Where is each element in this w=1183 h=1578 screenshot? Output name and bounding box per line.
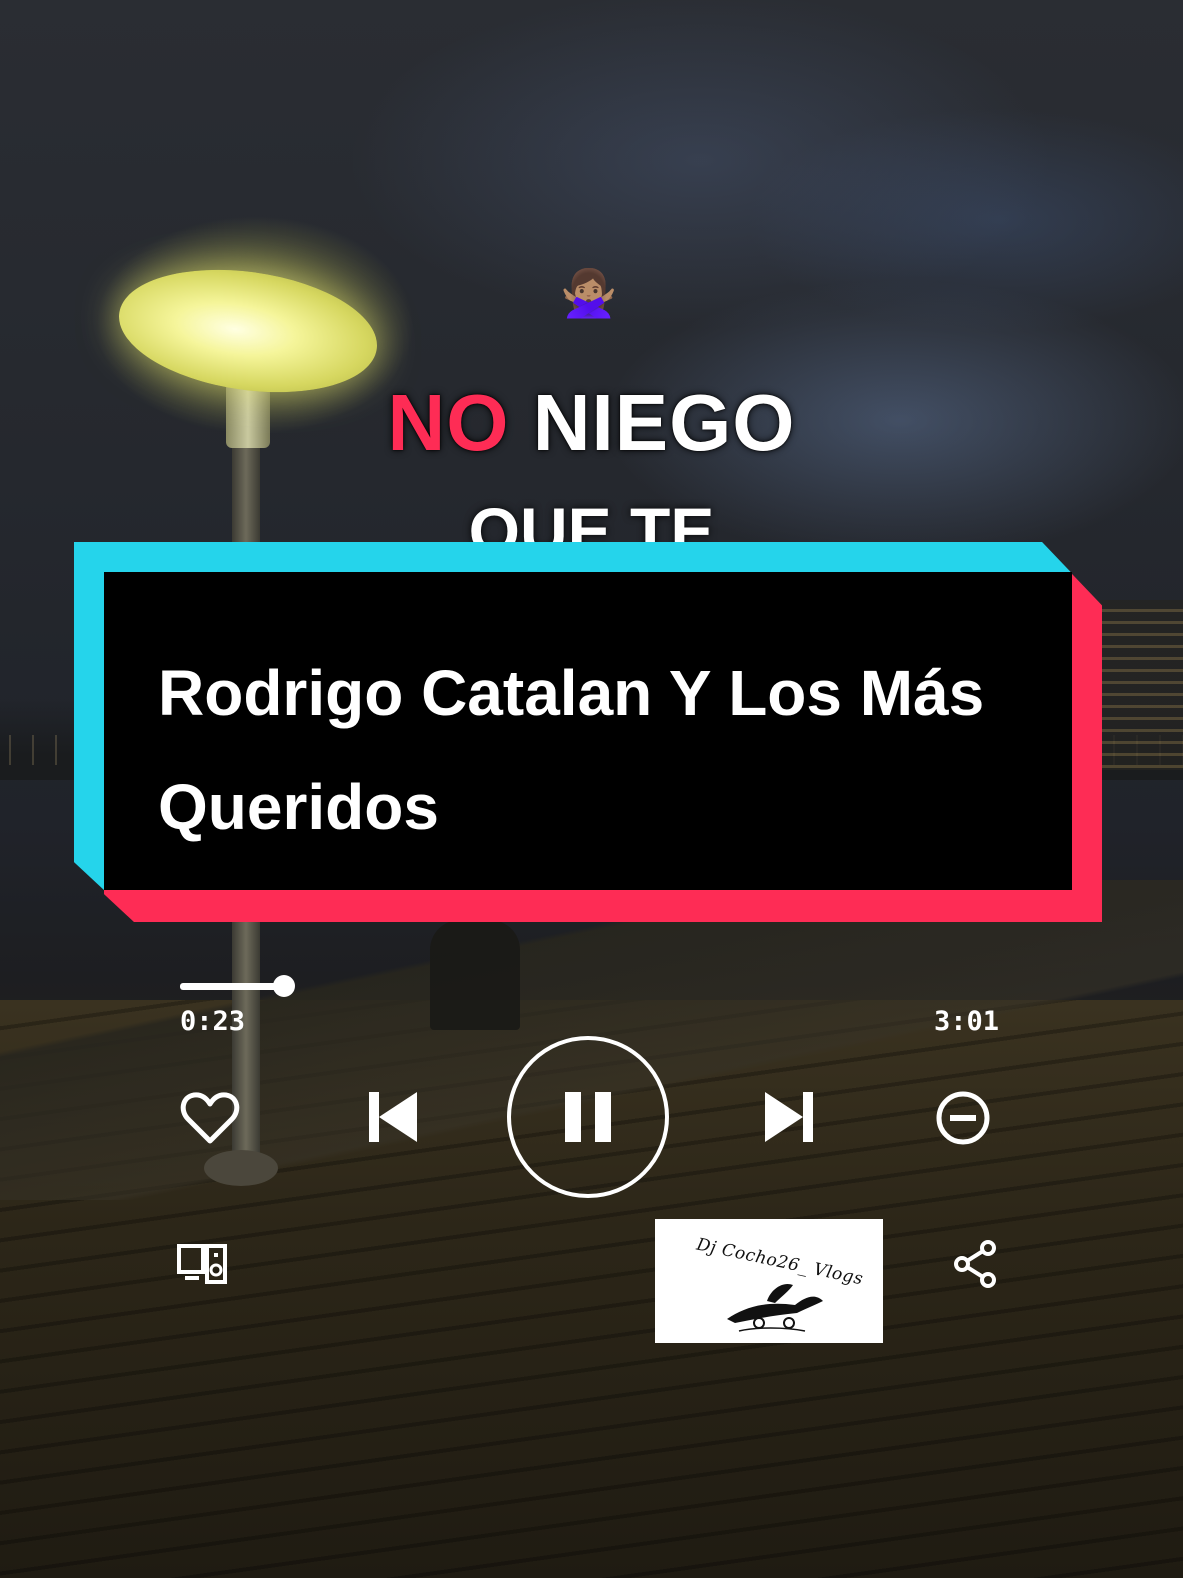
connect-devices-button[interactable] xyxy=(174,1240,230,1288)
like-button[interactable] xyxy=(178,1088,242,1148)
lamp-base xyxy=(204,1150,278,1186)
previous-button[interactable] xyxy=(362,1085,424,1149)
play-pause-button[interactable] xyxy=(507,1036,669,1198)
share-icon xyxy=(954,1240,996,1288)
total-duration: 3:01 xyxy=(934,1006,1000,1037)
silhouette-figure xyxy=(430,920,520,1030)
skip-previous-icon xyxy=(369,1092,417,1142)
share-button[interactable] xyxy=(950,1236,1000,1292)
building xyxy=(1100,600,1183,770)
song-title: Rodrigo Catalan Y Los Más Queridos xyxy=(158,657,985,843)
watermark-logo: Dj Cocho26_ Vlogs xyxy=(655,1219,883,1343)
minus-circle-icon xyxy=(936,1091,990,1145)
lyric-line-1: NO NIEGO xyxy=(0,378,1183,468)
pause-icon xyxy=(565,1092,611,1142)
skip-next-icon xyxy=(765,1092,813,1142)
progress-bar[interactable] xyxy=(180,983,284,990)
remove-button[interactable] xyxy=(932,1088,994,1148)
lyric-highlight-word: NO xyxy=(387,378,510,467)
progress-handle[interactable] xyxy=(273,975,295,997)
elapsed-time: 0:23 xyxy=(180,1006,246,1037)
connect-devices-icon xyxy=(177,1244,227,1284)
lyric-word: NIEGO xyxy=(532,378,796,467)
rider-logo-icon xyxy=(727,1283,823,1332)
gesture-emoji: 🙅🏽‍♀️ xyxy=(560,267,618,319)
heart-icon xyxy=(180,1092,240,1144)
next-button[interactable] xyxy=(758,1085,820,1149)
